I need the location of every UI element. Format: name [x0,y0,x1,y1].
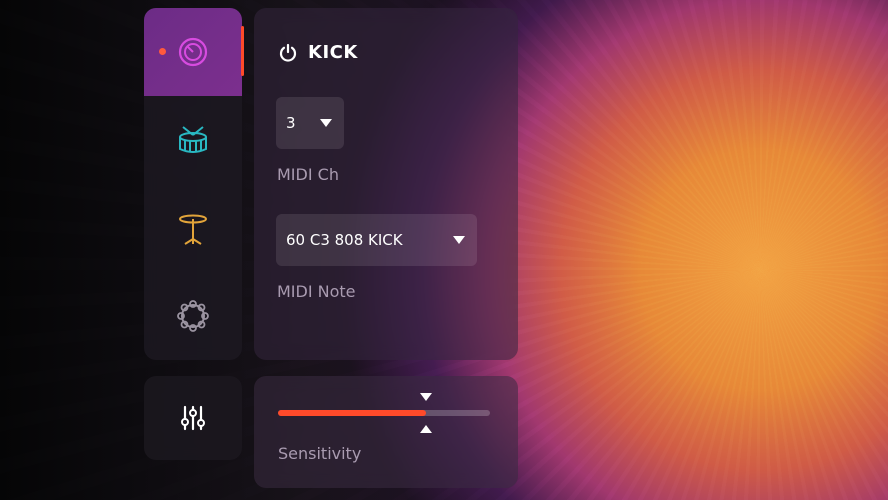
sidebar-item-kick[interactable] [144,8,242,96]
power-icon[interactable] [278,43,298,63]
sliders-icon [181,405,205,431]
slider-thumb-top[interactable] [420,393,432,401]
sensitivity-panel: Sensitivity [254,376,518,488]
midi-note-label: MIDI Note [277,282,356,301]
sidebar-item-cymbal[interactable] [144,184,242,272]
sidebar-item-snare[interactable] [144,96,242,184]
slider-fill [278,410,426,416]
chevron-down-icon [453,236,465,244]
instrument-header: KICK [278,42,358,63]
tambourine-icon [177,300,209,332]
kick-drum-icon [178,37,208,67]
midi-note-value: 60 C3 808 KICK [286,231,403,249]
chevron-down-icon [320,119,332,127]
midi-channel-dropdown[interactable]: 3 [276,97,344,149]
instrument-settings-panel: KICK 3 MIDI Ch 60 C3 808 KICK MIDI Note [254,8,518,360]
sensitivity-label: Sensitivity [278,444,362,463]
instrument-title: KICK [308,42,358,63]
slider-thumb-bottom[interactable] [420,425,432,433]
mixer-button[interactable] [144,376,242,460]
snare-drum-icon [179,126,207,153]
midi-channel-label: MIDI Ch [277,165,339,184]
midi-note-dropdown[interactable]: 60 C3 808 KICK [276,214,477,266]
active-tab-marker [241,26,244,76]
sidebar-item-tambourine[interactable] [144,272,242,360]
cymbal-icon [179,214,207,245]
sensitivity-slider[interactable] [278,410,490,416]
active-indicator-dot [159,48,166,55]
instrument-sidebar [144,8,242,360]
midi-channel-value: 3 [286,114,296,132]
